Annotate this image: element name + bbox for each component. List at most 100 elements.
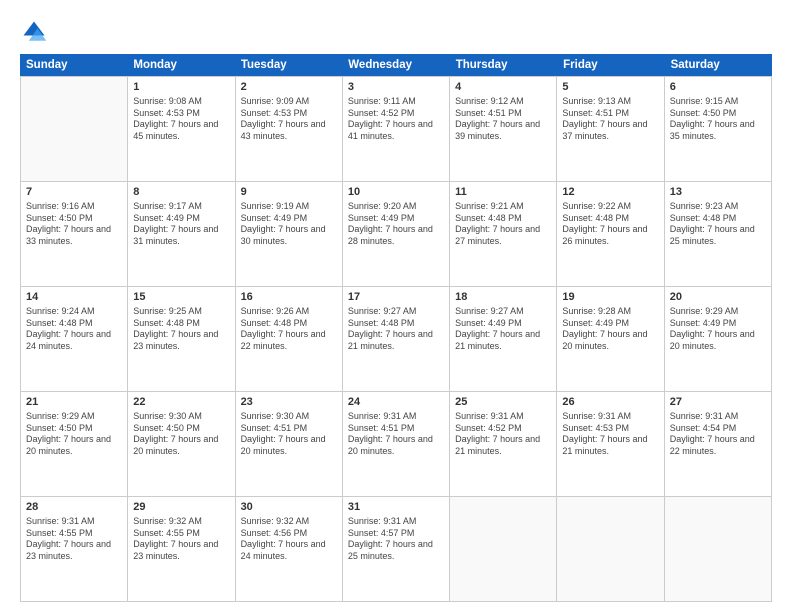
day-number: 24 bbox=[348, 395, 444, 410]
day-cell-9: 9Sunrise: 9:19 AMSunset: 4:49 PMDaylight… bbox=[236, 182, 343, 286]
day-number: 14 bbox=[26, 290, 122, 305]
day-number: 1 bbox=[133, 80, 229, 95]
day-cell-28: 28Sunrise: 9:31 AMSunset: 4:55 PMDayligh… bbox=[21, 497, 128, 601]
day-number: 20 bbox=[670, 290, 766, 305]
day-number: 8 bbox=[133, 185, 229, 200]
day-cell-11: 11Sunrise: 9:21 AMSunset: 4:48 PMDayligh… bbox=[450, 182, 557, 286]
header-day-sunday: Sunday bbox=[20, 54, 127, 76]
day-number: 5 bbox=[562, 80, 658, 95]
week-row-4: 21Sunrise: 9:29 AMSunset: 4:50 PMDayligh… bbox=[21, 392, 772, 497]
week-row-5: 28Sunrise: 9:31 AMSunset: 4:55 PMDayligh… bbox=[21, 497, 772, 602]
cell-info: Sunrise: 9:27 AMSunset: 4:49 PMDaylight:… bbox=[455, 306, 551, 353]
header-day-tuesday: Tuesday bbox=[235, 54, 342, 76]
cell-info: Sunrise: 9:30 AMSunset: 4:50 PMDaylight:… bbox=[133, 411, 229, 458]
day-number: 6 bbox=[670, 80, 766, 95]
cell-info: Sunrise: 9:29 AMSunset: 4:50 PMDaylight:… bbox=[26, 411, 122, 458]
cell-info: Sunrise: 9:12 AMSunset: 4:51 PMDaylight:… bbox=[455, 96, 551, 143]
day-number: 17 bbox=[348, 290, 444, 305]
cell-info: Sunrise: 9:31 AMSunset: 4:55 PMDaylight:… bbox=[26, 516, 122, 563]
day-number: 19 bbox=[562, 290, 658, 305]
day-cell-24: 24Sunrise: 9:31 AMSunset: 4:51 PMDayligh… bbox=[343, 392, 450, 496]
cell-info: Sunrise: 9:22 AMSunset: 4:48 PMDaylight:… bbox=[562, 201, 658, 248]
cell-info: Sunrise: 9:28 AMSunset: 4:49 PMDaylight:… bbox=[562, 306, 658, 353]
cell-info: Sunrise: 9:11 AMSunset: 4:52 PMDaylight:… bbox=[348, 96, 444, 143]
empty-cell bbox=[557, 497, 664, 601]
calendar-body: 1Sunrise: 9:08 AMSunset: 4:53 PMDaylight… bbox=[20, 76, 772, 602]
day-cell-16: 16Sunrise: 9:26 AMSunset: 4:48 PMDayligh… bbox=[236, 287, 343, 391]
cell-info: Sunrise: 9:19 AMSunset: 4:49 PMDaylight:… bbox=[241, 201, 337, 248]
day-number: 26 bbox=[562, 395, 658, 410]
cell-info: Sunrise: 9:23 AMSunset: 4:48 PMDaylight:… bbox=[670, 201, 766, 248]
day-number: 10 bbox=[348, 185, 444, 200]
cell-info: Sunrise: 9:08 AMSunset: 4:53 PMDaylight:… bbox=[133, 96, 229, 143]
cell-info: Sunrise: 9:32 AMSunset: 4:56 PMDaylight:… bbox=[241, 516, 337, 563]
cell-info: Sunrise: 9:25 AMSunset: 4:48 PMDaylight:… bbox=[133, 306, 229, 353]
day-number: 11 bbox=[455, 185, 551, 200]
empty-cell bbox=[21, 77, 128, 181]
day-cell-17: 17Sunrise: 9:27 AMSunset: 4:48 PMDayligh… bbox=[343, 287, 450, 391]
cell-info: Sunrise: 9:29 AMSunset: 4:49 PMDaylight:… bbox=[670, 306, 766, 353]
day-cell-8: 8Sunrise: 9:17 AMSunset: 4:49 PMDaylight… bbox=[128, 182, 235, 286]
logo-icon bbox=[20, 18, 48, 46]
calendar-header: SundayMondayTuesdayWednesdayThursdayFrid… bbox=[20, 54, 772, 76]
day-number: 7 bbox=[26, 185, 122, 200]
cell-info: Sunrise: 9:13 AMSunset: 4:51 PMDaylight:… bbox=[562, 96, 658, 143]
day-cell-14: 14Sunrise: 9:24 AMSunset: 4:48 PMDayligh… bbox=[21, 287, 128, 391]
day-number: 31 bbox=[348, 500, 444, 515]
day-cell-26: 26Sunrise: 9:31 AMSunset: 4:53 PMDayligh… bbox=[557, 392, 664, 496]
day-cell-29: 29Sunrise: 9:32 AMSunset: 4:55 PMDayligh… bbox=[128, 497, 235, 601]
day-number: 12 bbox=[562, 185, 658, 200]
cell-info: Sunrise: 9:15 AMSunset: 4:50 PMDaylight:… bbox=[670, 96, 766, 143]
header-day-thursday: Thursday bbox=[450, 54, 557, 76]
day-cell-31: 31Sunrise: 9:31 AMSunset: 4:57 PMDayligh… bbox=[343, 497, 450, 601]
day-cell-21: 21Sunrise: 9:29 AMSunset: 4:50 PMDayligh… bbox=[21, 392, 128, 496]
day-cell-30: 30Sunrise: 9:32 AMSunset: 4:56 PMDayligh… bbox=[236, 497, 343, 601]
day-number: 9 bbox=[241, 185, 337, 200]
header-day-wednesday: Wednesday bbox=[342, 54, 449, 76]
header-day-saturday: Saturday bbox=[665, 54, 772, 76]
page: SundayMondayTuesdayWednesdayThursdayFrid… bbox=[0, 0, 792, 612]
cell-info: Sunrise: 9:24 AMSunset: 4:48 PMDaylight:… bbox=[26, 306, 122, 353]
cell-info: Sunrise: 9:31 AMSunset: 4:52 PMDaylight:… bbox=[455, 411, 551, 458]
day-cell-1: 1Sunrise: 9:08 AMSunset: 4:53 PMDaylight… bbox=[128, 77, 235, 181]
empty-cell bbox=[450, 497, 557, 601]
cell-info: Sunrise: 9:17 AMSunset: 4:49 PMDaylight:… bbox=[133, 201, 229, 248]
day-cell-2: 2Sunrise: 9:09 AMSunset: 4:53 PMDaylight… bbox=[236, 77, 343, 181]
day-number: 28 bbox=[26, 500, 122, 515]
day-cell-5: 5Sunrise: 9:13 AMSunset: 4:51 PMDaylight… bbox=[557, 77, 664, 181]
cell-info: Sunrise: 9:30 AMSunset: 4:51 PMDaylight:… bbox=[241, 411, 337, 458]
calendar: SundayMondayTuesdayWednesdayThursdayFrid… bbox=[20, 54, 772, 602]
day-number: 27 bbox=[670, 395, 766, 410]
cell-info: Sunrise: 9:20 AMSunset: 4:49 PMDaylight:… bbox=[348, 201, 444, 248]
day-cell-4: 4Sunrise: 9:12 AMSunset: 4:51 PMDaylight… bbox=[450, 77, 557, 181]
empty-cell bbox=[665, 497, 772, 601]
day-cell-20: 20Sunrise: 9:29 AMSunset: 4:49 PMDayligh… bbox=[665, 287, 772, 391]
cell-info: Sunrise: 9:32 AMSunset: 4:55 PMDaylight:… bbox=[133, 516, 229, 563]
cell-info: Sunrise: 9:31 AMSunset: 4:57 PMDaylight:… bbox=[348, 516, 444, 563]
day-number: 13 bbox=[670, 185, 766, 200]
week-row-2: 7Sunrise: 9:16 AMSunset: 4:50 PMDaylight… bbox=[21, 182, 772, 287]
day-number: 2 bbox=[241, 80, 337, 95]
day-number: 21 bbox=[26, 395, 122, 410]
day-cell-10: 10Sunrise: 9:20 AMSunset: 4:49 PMDayligh… bbox=[343, 182, 450, 286]
cell-info: Sunrise: 9:21 AMSunset: 4:48 PMDaylight:… bbox=[455, 201, 551, 248]
cell-info: Sunrise: 9:16 AMSunset: 4:50 PMDaylight:… bbox=[26, 201, 122, 248]
day-cell-19: 19Sunrise: 9:28 AMSunset: 4:49 PMDayligh… bbox=[557, 287, 664, 391]
day-cell-13: 13Sunrise: 9:23 AMSunset: 4:48 PMDayligh… bbox=[665, 182, 772, 286]
header bbox=[20, 18, 772, 46]
day-number: 22 bbox=[133, 395, 229, 410]
day-number: 16 bbox=[241, 290, 337, 305]
day-cell-22: 22Sunrise: 9:30 AMSunset: 4:50 PMDayligh… bbox=[128, 392, 235, 496]
day-cell-23: 23Sunrise: 9:30 AMSunset: 4:51 PMDayligh… bbox=[236, 392, 343, 496]
day-cell-7: 7Sunrise: 9:16 AMSunset: 4:50 PMDaylight… bbox=[21, 182, 128, 286]
day-number: 15 bbox=[133, 290, 229, 305]
header-day-friday: Friday bbox=[557, 54, 664, 76]
day-number: 29 bbox=[133, 500, 229, 515]
cell-info: Sunrise: 9:31 AMSunset: 4:51 PMDaylight:… bbox=[348, 411, 444, 458]
week-row-3: 14Sunrise: 9:24 AMSunset: 4:48 PMDayligh… bbox=[21, 287, 772, 392]
cell-info: Sunrise: 9:26 AMSunset: 4:48 PMDaylight:… bbox=[241, 306, 337, 353]
cell-info: Sunrise: 9:31 AMSunset: 4:54 PMDaylight:… bbox=[670, 411, 766, 458]
day-number: 30 bbox=[241, 500, 337, 515]
header-day-monday: Monday bbox=[127, 54, 234, 76]
day-cell-18: 18Sunrise: 9:27 AMSunset: 4:49 PMDayligh… bbox=[450, 287, 557, 391]
